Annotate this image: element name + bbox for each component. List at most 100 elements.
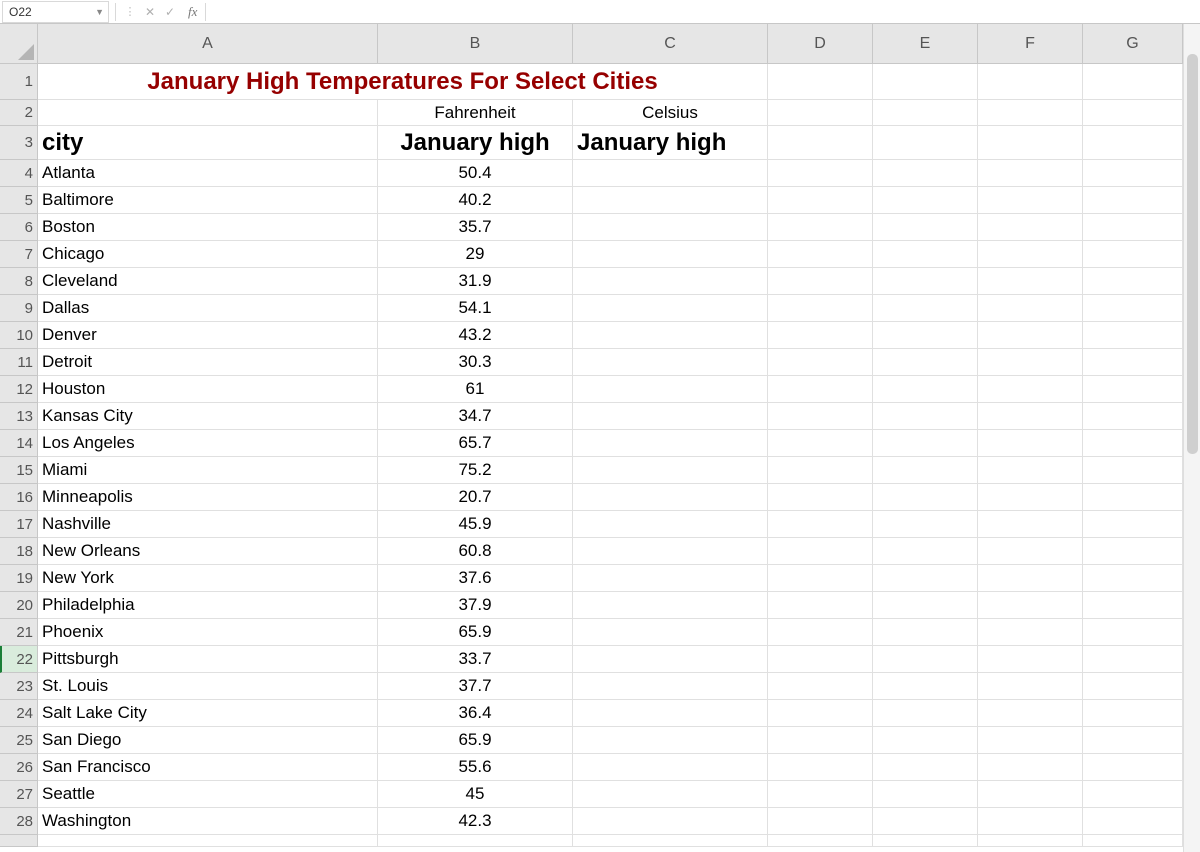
cell-F21[interactable] bbox=[978, 619, 1083, 646]
cell-city-10[interactable]: Denver bbox=[38, 322, 378, 349]
cell-celsius-22[interactable] bbox=[573, 646, 768, 673]
row-header-17[interactable]: 17 bbox=[0, 511, 38, 538]
cell-G20[interactable] bbox=[1083, 592, 1183, 619]
cell-A29[interactable] bbox=[38, 835, 378, 847]
cell-D5[interactable] bbox=[768, 187, 873, 214]
row-header-4[interactable]: 4 bbox=[0, 160, 38, 187]
cell-E7[interactable] bbox=[873, 241, 978, 268]
cell-E19[interactable] bbox=[873, 565, 978, 592]
row-header-2[interactable]: 2 bbox=[0, 100, 38, 126]
cell-F7[interactable] bbox=[978, 241, 1083, 268]
row-header-29[interactable] bbox=[0, 835, 38, 847]
cell-city-6[interactable]: Boston bbox=[38, 214, 378, 241]
cell-E23[interactable] bbox=[873, 673, 978, 700]
cell-F15[interactable] bbox=[978, 457, 1083, 484]
cell-fahrenheit-6[interactable]: 35.7 bbox=[378, 214, 573, 241]
cell-E13[interactable] bbox=[873, 403, 978, 430]
cell-F10[interactable] bbox=[978, 322, 1083, 349]
cell-G19[interactable] bbox=[1083, 565, 1183, 592]
row-header-9[interactable]: 9 bbox=[0, 295, 38, 322]
cell-celsius-25[interactable] bbox=[573, 727, 768, 754]
cell-fahrenheit-14[interactable]: 65.7 bbox=[378, 430, 573, 457]
cell-B29[interactable] bbox=[378, 835, 573, 847]
cell-D29[interactable] bbox=[768, 835, 873, 847]
cell-city-8[interactable]: Cleveland bbox=[38, 268, 378, 295]
cell-D12[interactable] bbox=[768, 376, 873, 403]
cell-D22[interactable] bbox=[768, 646, 873, 673]
cell-fahrenheit-15[interactable]: 75.2 bbox=[378, 457, 573, 484]
cell-celsius-23[interactable] bbox=[573, 673, 768, 700]
cell-fahrenheit-11[interactable]: 30.3 bbox=[378, 349, 573, 376]
cell-E4[interactable] bbox=[873, 160, 978, 187]
cell-F14[interactable] bbox=[978, 430, 1083, 457]
cell-city-27[interactable]: Seattle bbox=[38, 781, 378, 808]
cell-G23[interactable] bbox=[1083, 673, 1183, 700]
cell-F4[interactable] bbox=[978, 160, 1083, 187]
cell-F9[interactable] bbox=[978, 295, 1083, 322]
cell-E9[interactable] bbox=[873, 295, 978, 322]
cell-G4[interactable] bbox=[1083, 160, 1183, 187]
cell-fahrenheit-13[interactable]: 34.7 bbox=[378, 403, 573, 430]
cell-celsius-14[interactable] bbox=[573, 430, 768, 457]
cell-D19[interactable] bbox=[768, 565, 873, 592]
cell-celsius-20[interactable] bbox=[573, 592, 768, 619]
cell-G26[interactable] bbox=[1083, 754, 1183, 781]
row-header-21[interactable]: 21 bbox=[0, 619, 38, 646]
cell-fahrenheit-9[interactable]: 54.1 bbox=[378, 295, 573, 322]
cell-fahrenheit-16[interactable]: 20.7 bbox=[378, 484, 573, 511]
cell-celsius-4[interactable] bbox=[573, 160, 768, 187]
column-header-B[interactable]: B bbox=[378, 24, 573, 64]
row-header-20[interactable]: 20 bbox=[0, 592, 38, 619]
cell-fahrenheit-20[interactable]: 37.9 bbox=[378, 592, 573, 619]
cell-E14[interactable] bbox=[873, 430, 978, 457]
cell-E10[interactable] bbox=[873, 322, 978, 349]
row-header-19[interactable]: 19 bbox=[0, 565, 38, 592]
cell-E17[interactable] bbox=[873, 511, 978, 538]
cell-F28[interactable] bbox=[978, 808, 1083, 835]
row-header-25[interactable]: 25 bbox=[0, 727, 38, 754]
cell-D16[interactable] bbox=[768, 484, 873, 511]
cell-D9[interactable] bbox=[768, 295, 873, 322]
cell-F1[interactable] bbox=[978, 64, 1083, 100]
row-header-8[interactable]: 8 bbox=[0, 268, 38, 295]
cell-E22[interactable] bbox=[873, 646, 978, 673]
cell-F6[interactable] bbox=[978, 214, 1083, 241]
cell-fahrenheit-26[interactable]: 55.6 bbox=[378, 754, 573, 781]
cell-fahrenheit-21[interactable]: 65.9 bbox=[378, 619, 573, 646]
header-january-high-c[interactable]: January high bbox=[573, 126, 768, 160]
cell-D20[interactable] bbox=[768, 592, 873, 619]
cell-F8[interactable] bbox=[978, 268, 1083, 295]
chevron-down-icon[interactable]: ▼ bbox=[95, 7, 104, 17]
cell-celsius-9[interactable] bbox=[573, 295, 768, 322]
row-header-11[interactable]: 11 bbox=[0, 349, 38, 376]
cell-G27[interactable] bbox=[1083, 781, 1183, 808]
cell-F3[interactable] bbox=[978, 126, 1083, 160]
cell-celsius-11[interactable] bbox=[573, 349, 768, 376]
cell-E29[interactable] bbox=[873, 835, 978, 847]
unit-label-fahrenheit[interactable]: Fahrenheit bbox=[378, 100, 573, 126]
cell-F23[interactable] bbox=[978, 673, 1083, 700]
row-header-7[interactable]: 7 bbox=[0, 241, 38, 268]
vertical-scrollbar[interactable] bbox=[1183, 24, 1200, 852]
column-header-C[interactable]: C bbox=[573, 24, 768, 64]
cell-D3[interactable] bbox=[768, 126, 873, 160]
cell-fahrenheit-17[interactable]: 45.9 bbox=[378, 511, 573, 538]
cell-celsius-8[interactable] bbox=[573, 268, 768, 295]
cell-D11[interactable] bbox=[768, 349, 873, 376]
cell-celsius-10[interactable] bbox=[573, 322, 768, 349]
cell-G22[interactable] bbox=[1083, 646, 1183, 673]
cell-E8[interactable] bbox=[873, 268, 978, 295]
row-header-23[interactable]: 23 bbox=[0, 673, 38, 700]
cell-E11[interactable] bbox=[873, 349, 978, 376]
cell-G25[interactable] bbox=[1083, 727, 1183, 754]
cell-G24[interactable] bbox=[1083, 700, 1183, 727]
cell-celsius-7[interactable] bbox=[573, 241, 768, 268]
row-header-10[interactable]: 10 bbox=[0, 322, 38, 349]
cell-D21[interactable] bbox=[768, 619, 873, 646]
cell-D14[interactable] bbox=[768, 430, 873, 457]
row-header-5[interactable]: 5 bbox=[0, 187, 38, 214]
cell-E1[interactable] bbox=[873, 64, 978, 100]
cell-city-24[interactable]: Salt Lake City bbox=[38, 700, 378, 727]
cell-D15[interactable] bbox=[768, 457, 873, 484]
cell-fahrenheit-22[interactable]: 33.7 bbox=[378, 646, 573, 673]
